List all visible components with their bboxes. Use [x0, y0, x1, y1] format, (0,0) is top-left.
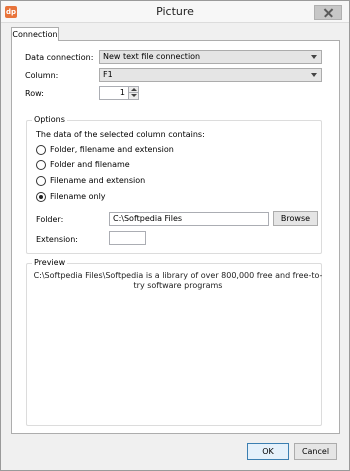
window-title: Picture: [156, 5, 194, 18]
radio-label: Filename only: [50, 192, 106, 201]
options-description: The data of the selected column contains…: [36, 130, 205, 139]
data-connection-select[interactable]: New text file connection: [99, 50, 322, 64]
radio-label: Filename and extension: [50, 176, 146, 185]
options-group: Options: [26, 115, 322, 254]
row-label: Row:: [25, 89, 44, 98]
chevron-down-icon: [311, 73, 317, 77]
column-value: F1: [103, 70, 113, 79]
extension-label: Extension:: [36, 235, 78, 244]
folder-input[interactable]: C:\Softpedia Files: [109, 212, 269, 226]
ok-button[interactable]: OK: [247, 443, 289, 460]
title-bar: dp Picture: [1, 1, 349, 23]
picture-dialog: dp Picture Connection Data connection: N…: [0, 0, 350, 471]
browse-button[interactable]: Browse: [273, 211, 318, 226]
row-stepper[interactable]: 1: [99, 86, 139, 100]
data-connection-value: New text file connection: [103, 52, 201, 61]
row-value: 1: [119, 88, 125, 97]
close-icon[interactable]: [314, 5, 342, 20]
chevron-down-icon: [311, 55, 317, 59]
radio-icon: [36, 160, 46, 170]
preview-text: C:\Softpedia Files\Softpedia is a librar…: [33, 271, 323, 290]
spin-down-icon[interactable]: [128, 93, 138, 99]
options-title: Options: [32, 115, 67, 124]
radio-checked-icon: [36, 192, 46, 202]
radio-label: Folder, filename and extension: [50, 145, 174, 154]
radio-icon: [36, 145, 46, 155]
column-label: Column:: [25, 71, 59, 80]
data-connection-label: Data connection:: [25, 53, 94, 62]
cancel-button[interactable]: Cancel: [294, 443, 337, 460]
folder-label: Folder:: [36, 215, 64, 224]
preview-title: Preview: [32, 258, 68, 267]
tab-connection[interactable]: Connection: [11, 27, 59, 41]
column-select[interactable]: F1: [99, 68, 322, 82]
radio-icon: [36, 176, 46, 186]
extension-input[interactable]: [109, 231, 146, 245]
radio-label: Folder and filename: [50, 160, 130, 169]
